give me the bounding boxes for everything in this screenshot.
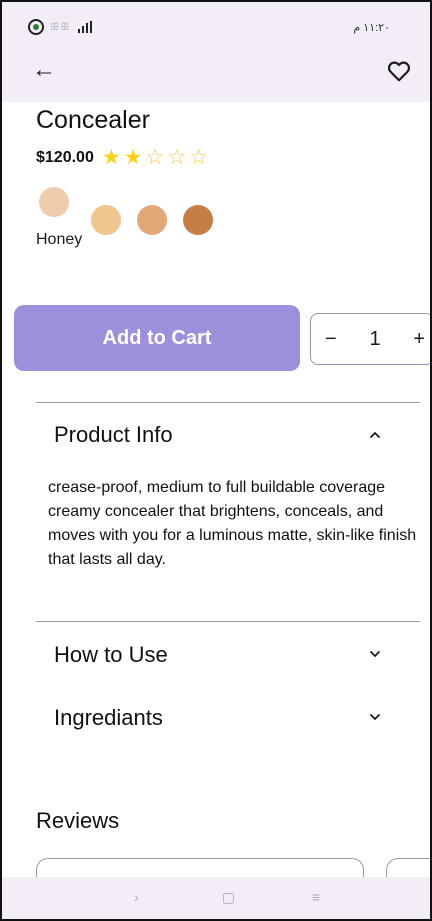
divider [36, 621, 420, 622]
signal-icon [77, 21, 92, 33]
price-rating-row: $120.00 ★ ★ ☆ ☆ ☆ [36, 147, 208, 168]
heart-outline-icon[interactable] [386, 58, 412, 84]
divider [36, 402, 420, 403]
screen: ꕥꕥ ١١:٢٠ م ← Concealer $120.00 ★ ★ ☆ ☆ ☆ Hon… [0, 0, 432, 921]
chevron-up-icon[interactable] [368, 428, 382, 442]
status-time: ١١:٢٠ م [353, 22, 390, 34]
chevron-down-icon[interactable] [368, 647, 382, 661]
star-empty-icon: ☆ [189, 146, 208, 169]
star-filled-icon: ★ [123, 146, 143, 169]
chevron-down-icon[interactable] [368, 710, 382, 724]
increment-button[interactable]: + [413, 328, 425, 351]
notification-app-icon [28, 19, 44, 35]
shade-swatch-2[interactable] [91, 205, 121, 235]
quantity-value: 1 [369, 327, 381, 350]
reviews-heading: Reviews [36, 808, 120, 833]
nav-recents-button[interactable]: ≡ [312, 889, 320, 905]
ingredients-header[interactable]: Ingrediants [54, 705, 163, 731]
status-bar: ꕥꕥ ١١:٢٠ م [2, 2, 430, 48]
system-nav-bar: › ▢ ≡ [2, 877, 430, 919]
shade-swatch-3[interactable] [137, 205, 167, 235]
product-info-text: crease-proof, medium to full buildable c… [48, 479, 417, 568]
nav-home-button[interactable]: ▢ [222, 889, 235, 906]
faint-notification-icons: ꕥꕥ [50, 21, 71, 33]
product-price: $120.00 [36, 148, 94, 166]
product-info-header[interactable]: Product Info [54, 422, 173, 448]
star-rating: ★ ★ ☆ ☆ ☆ [102, 147, 208, 168]
add-to-cart-button[interactable]: Add to Cart [14, 305, 300, 371]
product-title: Concealer [36, 106, 150, 134]
shade-swatch-1[interactable] [39, 187, 69, 217]
star-empty-icon: ☆ [167, 146, 187, 169]
shade-swatch-4[interactable] [183, 205, 213, 235]
nav-back-button[interactable]: › [134, 889, 139, 905]
arrow-back-icon[interactable]: ← [32, 56, 56, 84]
app-bar: ← [2, 48, 430, 102]
how-to-use-header[interactable]: How to Use [54, 642, 168, 668]
quantity-stepper: − 1 + [310, 313, 430, 365]
star-filled-icon: ★ [101, 146, 121, 169]
star-empty-icon: ☆ [145, 146, 165, 169]
selected-shade-label: Honey [36, 231, 83, 248]
decrement-button[interactable]: − [325, 328, 337, 351]
status-icons: ꕥꕥ [28, 19, 93, 35]
